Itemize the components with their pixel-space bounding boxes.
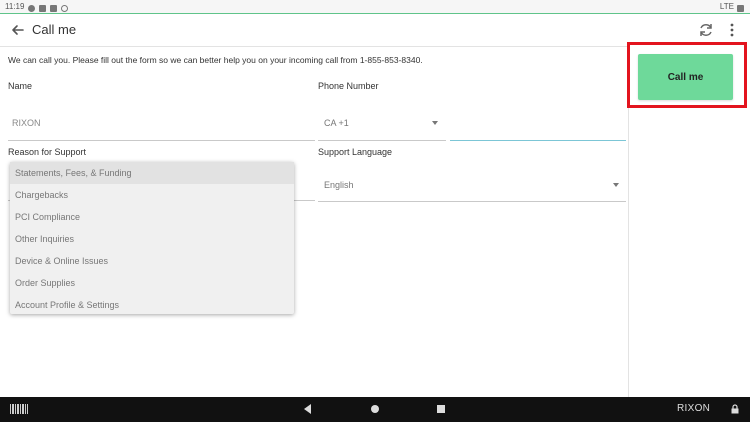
- country-code-caret-icon: [432, 121, 438, 125]
- intro-text: We can call you. Please fill out the for…: [8, 55, 423, 65]
- network-label: LTE: [719, 2, 734, 11]
- more-options-button[interactable]: [724, 20, 740, 40]
- battery-icon: [737, 4, 744, 12]
- reason-option[interactable]: Device & Online Issues: [10, 250, 294, 272]
- gallery-icon: [50, 4, 58, 12]
- reason-option[interactable]: Account Profile & Settings: [10, 294, 294, 316]
- phone-underline: [450, 140, 626, 141]
- reason-option[interactable]: Other Inquiries: [10, 228, 294, 250]
- country-code-underline: [318, 140, 446, 141]
- language-label: Support Language: [318, 147, 393, 157]
- status-time: 11:19: [5, 2, 25, 11]
- bluetooth-icon: [28, 4, 36, 12]
- refresh-icon: [700, 24, 712, 36]
- language-select[interactable]: English: [324, 180, 354, 190]
- nav-recents-icon[interactable]: [437, 405, 445, 413]
- name-input[interactable]: RIXON: [12, 118, 41, 128]
- name-label: Name: [8, 81, 33, 91]
- phone-input[interactable]: [454, 118, 624, 130]
- reason-option[interactable]: PCI Compliance: [10, 206, 294, 228]
- nav-user-label: RIXON: [677, 403, 711, 414]
- back-button[interactable]: [8, 20, 28, 40]
- sync-status-icon: [61, 4, 69, 12]
- reason-option[interactable]: Statements, Fees, & Funding: [10, 162, 294, 184]
- notification-icon: [39, 4, 47, 12]
- reason-dropdown-menu: Statements, Fees, & Funding Chargebacks …: [10, 162, 294, 314]
- phone-label: Phone Number: [318, 81, 379, 91]
- nav-home-icon[interactable]: [371, 405, 379, 413]
- system-nav-bar: RIXON: [0, 397, 750, 422]
- reason-option[interactable]: Chargebacks: [10, 184, 294, 206]
- country-code-select[interactable]: CA +1: [324, 118, 349, 128]
- more-vert-icon: [730, 23, 734, 37]
- reason-label: Reason for Support: [8, 147, 87, 157]
- status-bar: 11:19 LTE: [0, 0, 750, 14]
- nav-back-icon[interactable]: [304, 404, 311, 414]
- lock-icon[interactable]: [731, 404, 739, 414]
- language-caret-icon: [613, 183, 619, 187]
- page-title: Call me: [32, 22, 77, 37]
- refresh-button[interactable]: [696, 20, 716, 40]
- call-me-highlight-box: [627, 42, 747, 108]
- name-underline: [8, 140, 315, 141]
- barcode-scanner-icon[interactable]: [10, 404, 28, 414]
- arrow-left-icon: [12, 25, 24, 35]
- language-underline: [318, 201, 626, 202]
- reason-option[interactable]: Order Supplies: [10, 272, 294, 294]
